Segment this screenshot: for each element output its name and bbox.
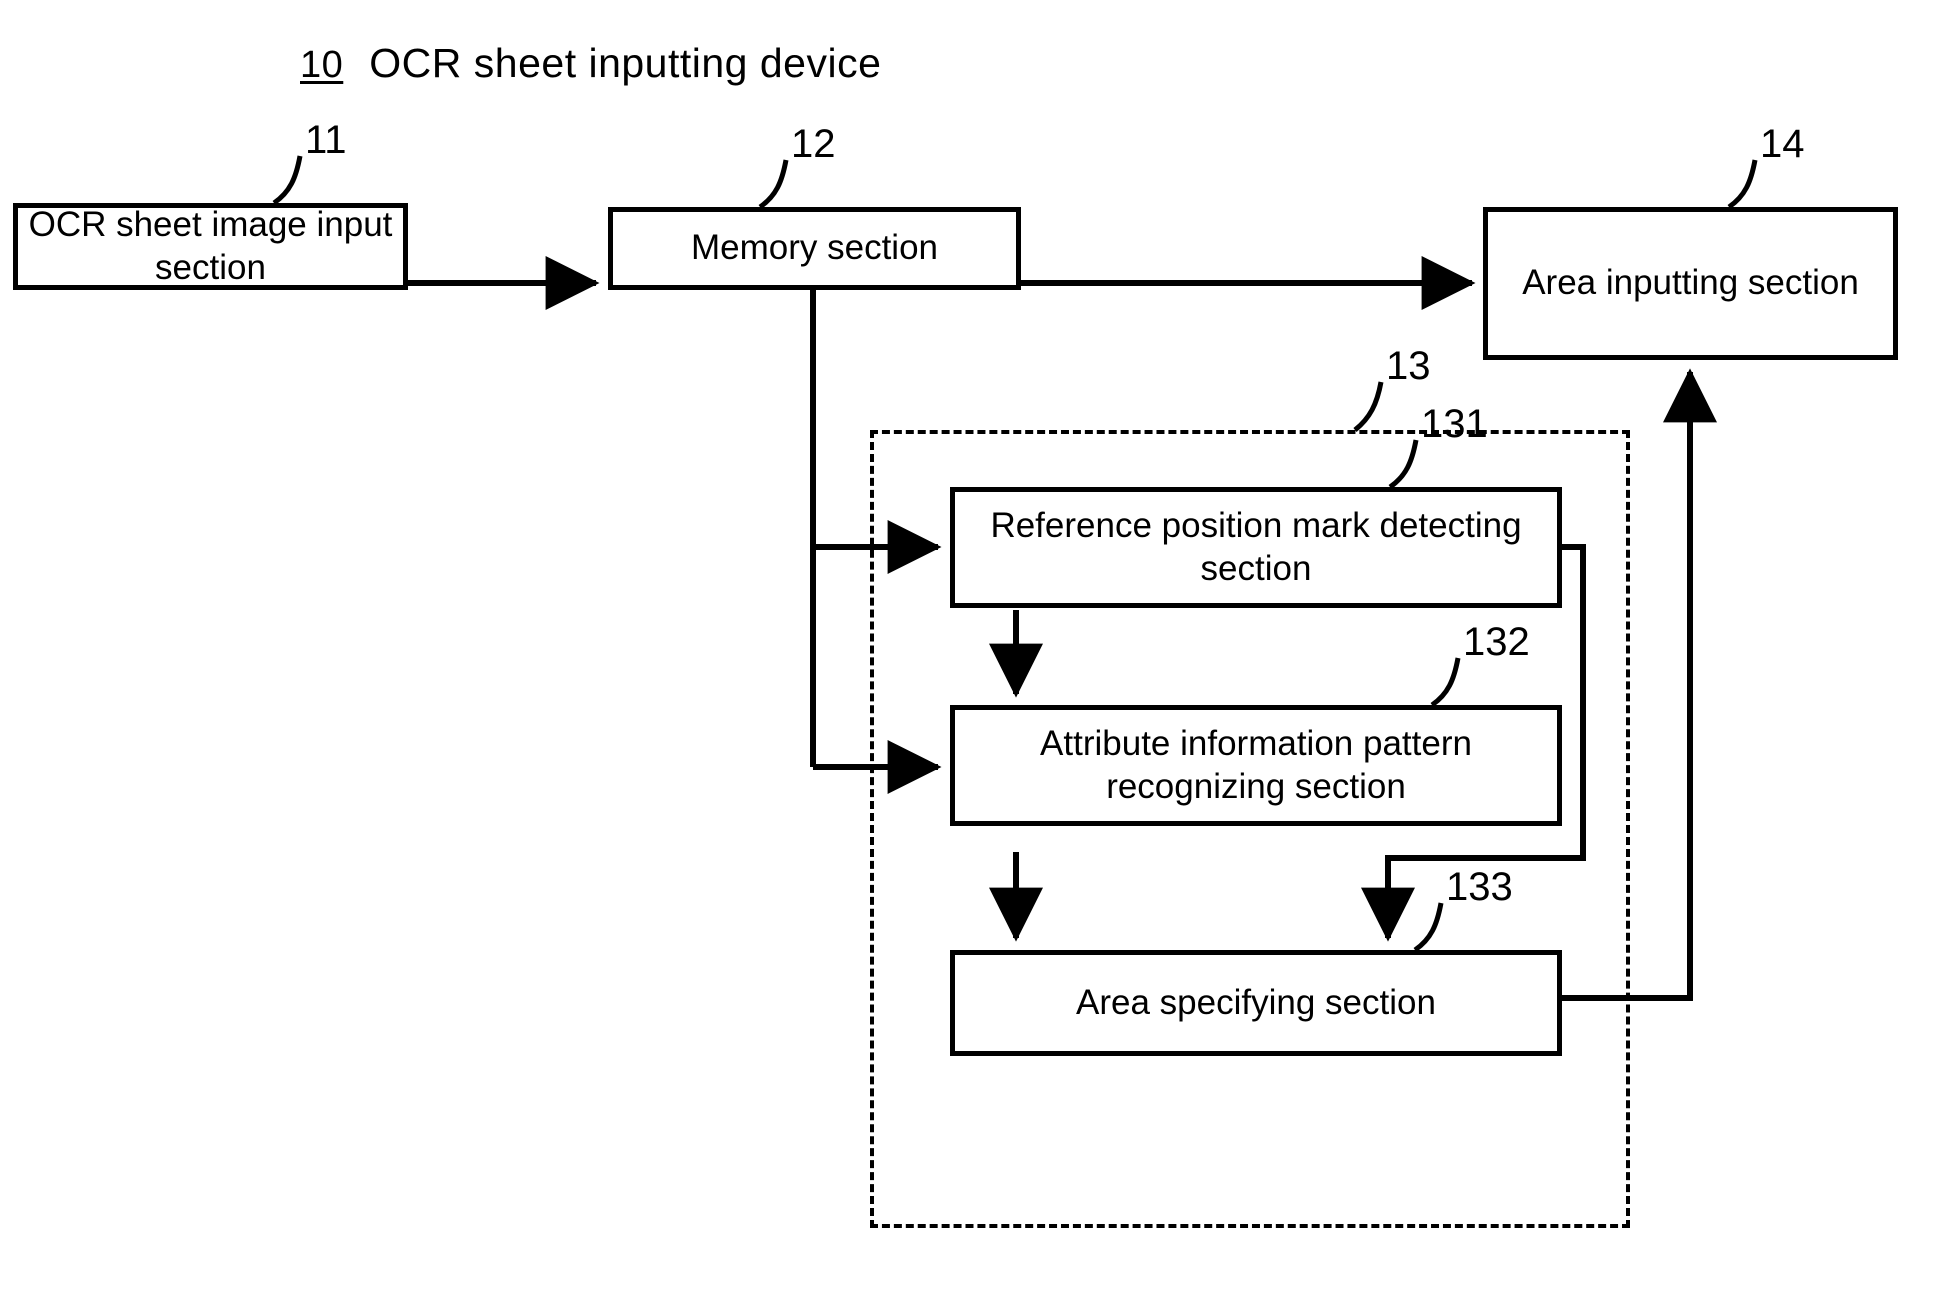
ref-numeral-133: 133 [1446, 865, 1513, 909]
block-label: Reference position mark detecting sectio… [990, 505, 1522, 588]
ref-numeral-131: 131 [1421, 402, 1488, 446]
figure-title-text: OCR sheet inputting device [369, 40, 882, 86]
ref-numeral-14: 14 [1760, 122, 1805, 166]
block-attribute-information-pattern-recognizing-section: Attribute information pattern recognizin… [950, 705, 1562, 826]
figure-canvas: 10 OCR sheet inputting device OCR sheet i… [0, 0, 1935, 1308]
block-label: Memory section [690, 228, 939, 268]
leader-12 [758, 159, 789, 210]
ref-numeral-132: 132 [1463, 620, 1530, 664]
block-label: Attribute information pattern recognizin… [1040, 723, 1472, 806]
block-area-specifying-section: Area specifying section [950, 950, 1562, 1056]
leader-11 [272, 155, 303, 206]
ref-numeral-12: 12 [791, 122, 836, 166]
block-ocr-sheet-image-input-section: OCR sheet image input section [13, 203, 408, 290]
figure-title-ref: 10 [300, 44, 344, 86]
block-label: OCR sheet image input section [28, 204, 393, 287]
block-label: Area inputting section [1522, 263, 1859, 303]
figure-title: 10 OCR sheet inputting device [300, 40, 881, 87]
ref-numeral-11: 11 [305, 118, 347, 162]
block-label: Area specifying section [1076, 982, 1436, 1022]
ref-numeral-13: 13 [1386, 344, 1431, 388]
leader-13 [1353, 381, 1384, 432]
block-area-inputting-section: Area inputting section [1483, 207, 1898, 360]
block-reference-position-mark-detecting-section: Reference position mark detecting sectio… [950, 487, 1562, 608]
block-memory-section: Memory section [608, 207, 1021, 290]
leader-14 [1727, 159, 1758, 210]
